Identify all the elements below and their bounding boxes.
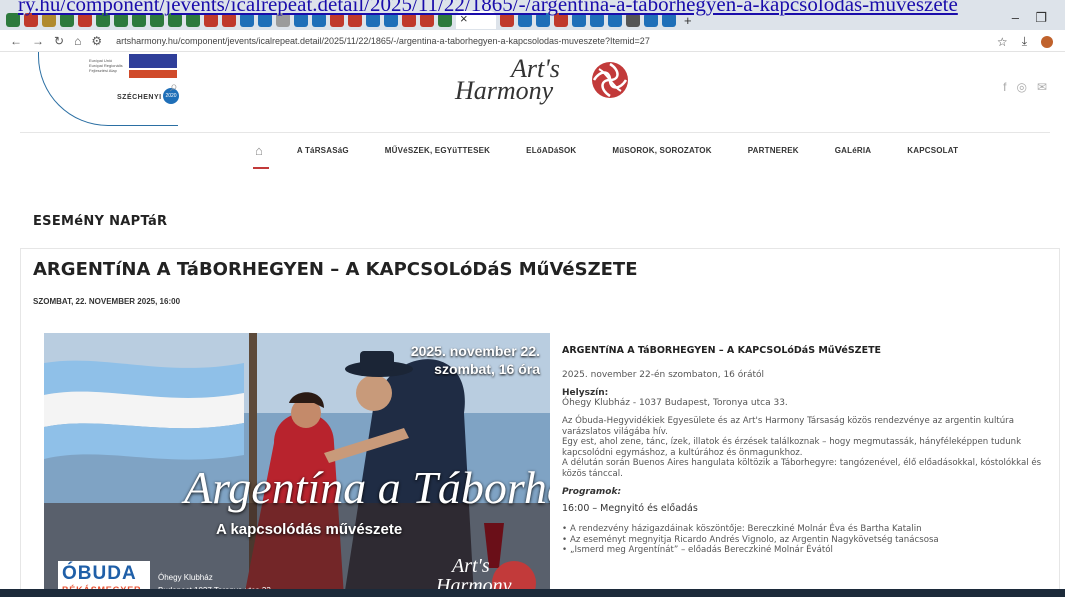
- list-item: „Ismerd meg Argentínát” – előadás Berecz…: [562, 545, 1052, 556]
- download-icon[interactable]: ⤓: [1022, 34, 1027, 49]
- reload-icon[interactable]: ↻: [54, 34, 64, 48]
- description-3: A délután során Buenos Aires hangulata k…: [562, 458, 1042, 479]
- header-divider: [20, 132, 1050, 133]
- eu-banner-icon: [129, 70, 177, 78]
- brand-line-2: Harmony: [455, 76, 554, 105]
- eu-text: Európai Unió Európai Regionális Fejleszt…: [89, 58, 123, 73]
- description-1: Az Óbuda-Hegyvidékiek Egyesülete és az A…: [562, 416, 1014, 437]
- nav-item-muveszek[interactable]: MŰVéSZEK, EGYüTTESEK: [385, 146, 490, 155]
- details-title: ARGENTíNA A TáBORHEGYEN – A KAPCSOLóDáS …: [562, 345, 882, 356]
- bookmark-star-icon[interactable]: ☆: [997, 35, 1008, 49]
- nav-item-tarsasag[interactable]: A TáRSASáG: [297, 146, 349, 155]
- programs-label: Programok:: [562, 487, 622, 497]
- poster-date: 2025. november 22.: [410, 343, 540, 359]
- home-icon[interactable]: ⌂: [253, 143, 269, 169]
- program-time: 16:00 – Megnyitó és előadás: [562, 503, 698, 514]
- nav-item-partnerek[interactable]: PARTNEREK: [748, 146, 799, 155]
- nav-item-kapcsolat[interactable]: KAPCSOLAT: [907, 146, 958, 155]
- description-2: Egy est, ahol zene, tánc, ízek, illatok …: [562, 437, 1022, 458]
- eu-flag-icon: [129, 54, 177, 68]
- restore-icon[interactable]: ❐: [1035, 10, 1047, 26]
- event-title: ARGENTíNA A TáBORHEGYEN – A KAPCSOLóDáS …: [33, 259, 638, 280]
- site-info-icon[interactable]: ⚙: [91, 34, 102, 48]
- nav-item-galeria[interactable]: GALéRIA: [835, 146, 872, 155]
- obuda-logo-text: ÓBUDA: [62, 563, 137, 584]
- home-browser-icon[interactable]: ⌂: [74, 34, 81, 48]
- event-poster: 2025. november 22. szombat, 16 óra Argen…: [44, 333, 550, 597]
- search-icon[interactable]: ⌕: [170, 78, 178, 95]
- event-date: SZOMBAT, 22. NOVEMBER 2025, 16:00: [33, 297, 181, 306]
- forward-icon[interactable]: →: [32, 34, 44, 48]
- url-field[interactable]: artsharmony.hu/component/jevents/icalrep…: [116, 36, 650, 46]
- social-links: f ◎ ✉: [1003, 80, 1047, 94]
- nav-item-musorok[interactable]: MűSOROK, SOROZATOK: [612, 146, 711, 155]
- poster-time: szombat, 16 óra: [434, 361, 540, 377]
- nav-item-eloadasok[interactable]: ELőADáSOK: [526, 146, 576, 155]
- poster-title: Argentína a Táborhegyen: [184, 462, 550, 513]
- site-header: Európai Unió Európai Regionális Fejleszt…: [0, 52, 1065, 132]
- poster-subtitle: A kapcsolódás művészete: [216, 521, 403, 538]
- instagram-icon[interactable]: ◎: [1016, 80, 1026, 94]
- back-icon[interactable]: ←: [10, 34, 22, 48]
- place-value: Óhegy Klubház - 1037 Budapest, Toronya u…: [562, 398, 788, 408]
- szechenyi-label: SZÉCHENYI: [117, 94, 162, 101]
- list-item: A rendezvény házigazdáinak köszöntője: B…: [562, 524, 1052, 535]
- place-label: Helyszín:: [562, 388, 609, 398]
- profile-avatar[interactable]: [1041, 35, 1053, 48]
- poster-venue: Óhegy Klubház: [158, 573, 213, 582]
- program-list: A rendezvény házigazdáinak köszöntője: B…: [562, 524, 1052, 556]
- brand-swirl-icon: [592, 62, 628, 98]
- section-title: ESEMéNY NAPTáR: [33, 214, 168, 229]
- main-nav: ⌂ A TáRSASáG MŰVéSZEK, EGYüTTESEK ELőADá…: [253, 140, 994, 169]
- details-date: 2025. november 22-én szombaton, 16 órátó…: [562, 370, 765, 380]
- facebook-icon[interactable]: f: [1003, 80, 1006, 94]
- page-url-link[interactable]: ry.hu/component/jevents/icalrepeat.detai…: [18, 0, 958, 17]
- os-taskbar: [0, 589, 1065, 597]
- event-details: ARGENTíNA A TáBORHEGYEN – A KAPCSOLóDáS …: [562, 345, 1052, 556]
- minimize-icon[interactable]: –: [1012, 10, 1019, 25]
- address-bar: ← → ↻ ⌂ ⚙ artsharmony.hu/component/jeven…: [0, 30, 1065, 52]
- szechenyi-logo-block: Európai Unió Európai Regionális Fejleszt…: [38, 52, 179, 126]
- list-item: Az eseményt megnyitja Ricardo Andrés Vig…: [562, 535, 1052, 546]
- mail-icon[interactable]: ✉: [1037, 80, 1047, 94]
